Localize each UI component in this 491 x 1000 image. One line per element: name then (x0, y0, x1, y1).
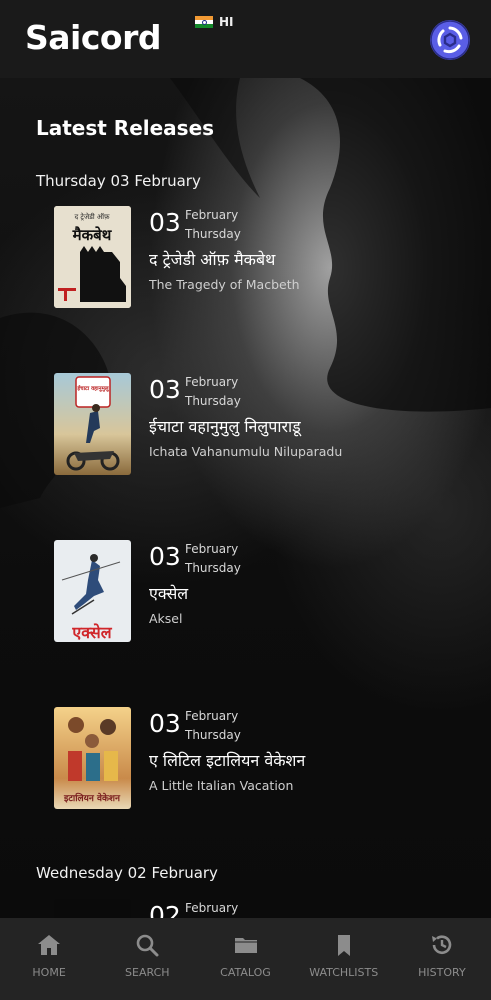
release-english-title: Ichata Vahanumulu Niluparadu (149, 444, 343, 459)
release-day: 03 (149, 375, 181, 404)
release-local-title[interactable]: एक्सेल (149, 582, 188, 604)
bookmark-icon (337, 935, 350, 956)
poster-image[interactable]: एक्सेल (54, 540, 131, 642)
poster-top-text: द ट्रेजेडी ऑफ़ (74, 212, 110, 221)
poster-image[interactable]: इटालियन वेकेशन (54, 707, 131, 809)
nav-search[interactable]: SEARCH (98, 918, 196, 1000)
release-english-title: Aksel (149, 611, 183, 626)
release-weekday: Thursday (185, 227, 241, 241)
date-group-title: Thursday 03 February (36, 172, 201, 190)
release-local-title[interactable]: द ट्रेजेडी ऑफ़ मैकबेथ (149, 248, 275, 270)
release-english-title: The Tragedy of Macbeth (149, 277, 300, 292)
nav-search-label: SEARCH (125, 966, 170, 979)
release-weekday: Thursday (185, 561, 241, 575)
poster-title-text: ईचाटा वहानुमुलु (76, 384, 109, 392)
release-weekday: Thursday (185, 728, 241, 742)
poster-title-text: मैकबेथ (72, 226, 113, 244)
poster-image[interactable]: द ट्रेजेडी ऑफ़ मैकबेथ (54, 206, 131, 308)
poster-title-text: एक्सेल (71, 623, 112, 642)
nav-home[interactable]: HOME (0, 918, 98, 1000)
release-local-title[interactable]: ईचाटा वहानुमुलु निलुपाराडू (149, 415, 301, 437)
home-icon (38, 935, 61, 955)
folder-icon (234, 938, 257, 953)
poster-image[interactable] (54, 899, 131, 918)
release-month: February (185, 208, 239, 222)
date-group-title: Wednesday 02 February (36, 864, 218, 882)
nav-catalog[interactable]: CATALOG (196, 918, 294, 1000)
release-item[interactable]: एक्सेल 03 February Thursday एक्सेल Aksel (54, 540, 474, 642)
release-item[interactable]: ईचाटा वहानुमुलु 03 February Thursday ईचा… (54, 373, 474, 475)
release-month: February (185, 901, 239, 915)
app-logo[interactable]: Saicord (25, 18, 161, 57)
poster-image[interactable]: ईचाटा वहानुमुलु (54, 373, 131, 475)
profile-avatar-icon[interactable] (429, 19, 471, 61)
release-item[interactable]: इटालियन वेकेशन 03 February Thursday ए लि… (54, 707, 474, 809)
top-bar: Saicord HI (0, 0, 491, 78)
release-month: February (185, 375, 239, 389)
bottom-navigation: HOME SEARCH CATALOG WATCHLISTS HISTORY (0, 918, 491, 1000)
language-selector[interactable]: HI (195, 15, 234, 29)
release-month: February (185, 542, 239, 556)
release-day: 03 (149, 542, 181, 571)
release-local-title[interactable]: ए लिटिल इटालियन वेकेशन (149, 749, 305, 771)
history-icon (431, 935, 452, 954)
release-english-title: A Little Italian Vacation (149, 778, 294, 793)
release-item[interactable]: द ट्रेजेडी ऑफ़ मैकबेथ 03 February Thursd… (54, 206, 474, 308)
release-day: 03 (149, 709, 181, 738)
release-month: February (185, 709, 239, 723)
nav-watchlists-label: WATCHLISTS (309, 966, 379, 979)
release-day: 03 (149, 208, 181, 237)
nav-home-label: HOME (32, 966, 66, 979)
language-code: HI (219, 15, 234, 29)
search-icon (136, 934, 159, 957)
nav-watchlists[interactable]: WATCHLISTS (295, 918, 393, 1000)
nav-history-label: HISTORY (418, 966, 466, 979)
poster-title-text: इटालियन वेकेशन (63, 792, 121, 804)
nav-catalog-label: CATALOG (220, 966, 271, 979)
release-item[interactable]: 02 February (54, 899, 474, 918)
india-flag-icon (195, 15, 213, 29)
release-day: 02 (149, 901, 181, 918)
release-weekday: Thursday (185, 394, 241, 408)
section-title: Latest Releases (36, 116, 215, 140)
nav-history[interactable]: HISTORY (393, 918, 491, 1000)
